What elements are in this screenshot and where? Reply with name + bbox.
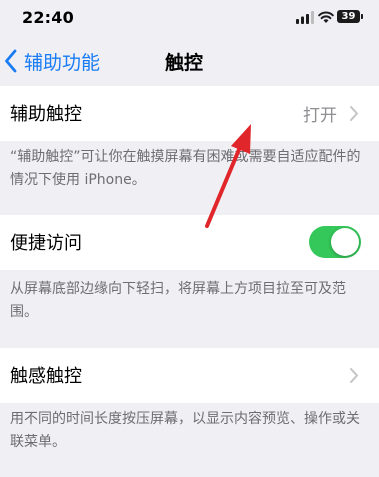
reachability-toggle[interactable]: [309, 226, 361, 258]
assistive-touch-row[interactable]: 辅助触控 打开: [0, 86, 379, 141]
status-bar: 22:40 39: [0, 0, 379, 36]
wifi-icon: [318, 11, 334, 23]
toggle-knob: [331, 228, 359, 256]
haptic-touch-label: 触感触控: [10, 366, 82, 387]
navigation-bar: 辅助功能 触控: [0, 36, 379, 86]
assistive-touch-value: 打开: [303, 106, 337, 126]
reachability-row: 便捷访问: [0, 215, 379, 270]
status-time: 22:40: [22, 8, 74, 27]
haptic-touch-row[interactable]: 触感触控: [0, 348, 379, 403]
battery-cap: [361, 14, 363, 19]
chevron-right-icon: [350, 106, 358, 121]
signal-icon: [296, 11, 314, 24]
assistive-touch-label: 辅助触控: [10, 104, 82, 125]
assistive-touch-footer: “辅助触控”可让你在触摸屏幕有困难或需要自适应配件的情况下使用 iPhone。: [10, 149, 361, 188]
page-title: 触控: [164, 52, 203, 74]
reachability-footer: 从屏幕底部边缘向下轻扫，将屏幕上方项目拉至可及范围。: [10, 281, 346, 320]
battery-icon: 39: [337, 10, 360, 23]
haptic-touch-footer: 用不同的时间长度按压屏幕，以显示内容预览、操作或关联菜单。: [10, 411, 360, 450]
reachability-label: 便捷访问: [10, 233, 82, 254]
chevron-right-icon: [350, 368, 358, 383]
